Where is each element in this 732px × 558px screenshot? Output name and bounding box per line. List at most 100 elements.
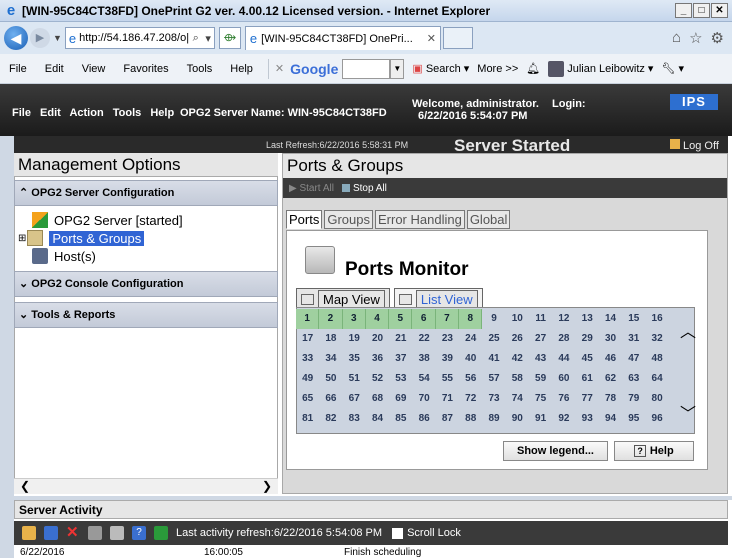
bell-icon[interactable]: 🔔︎ <box>526 62 540 75</box>
print-icon[interactable] <box>110 526 124 540</box>
port-cell[interactable]: 53 <box>389 369 412 389</box>
port-cell[interactable]: 75 <box>529 389 552 409</box>
port-cell[interactable]: 15 <box>622 309 645 329</box>
show-legend-button[interactable]: Show legend... <box>503 441 608 461</box>
port-cell[interactable]: 69 <box>389 389 412 409</box>
section-tools-reports[interactable]: ⌄ Tools & Reports <box>14 302 278 328</box>
more-button[interactable]: More >> <box>477 63 518 75</box>
port-cell[interactable]: 6 <box>412 309 436 329</box>
menu-file[interactable]: File <box>9 63 27 75</box>
port-cell[interactable]: 18 <box>319 329 342 349</box>
port-cell[interactable]: 47 <box>622 349 645 369</box>
port-cell[interactable]: 46 <box>599 349 622 369</box>
url-field[interactable]: e http://54.186.47.208/o| ⌕ ▾ <box>64 27 215 49</box>
scroll-lock-checkbox[interactable] <box>392 527 404 539</box>
port-cell[interactable]: 38 <box>412 349 435 369</box>
port-cell[interactable]: 73 <box>482 389 505 409</box>
tab-groups[interactable]: Groups <box>324 210 373 229</box>
forward-button[interactable]: ▶ <box>30 28 50 48</box>
port-cell[interactable]: 7 <box>435 309 460 329</box>
port-cell[interactable]: 88 <box>459 409 482 429</box>
settings-gear-icon[interactable]: ⚙ <box>711 29 724 47</box>
port-cell[interactable]: 51 <box>343 369 366 389</box>
port-cell[interactable]: 81 <box>296 409 319 429</box>
port-cell[interactable]: 21 <box>389 329 412 349</box>
map-scrollbar[interactable]: ︿ ﹀ <box>680 318 696 423</box>
scroll-left-icon[interactable]: ❮ <box>20 479 30 493</box>
port-cell[interactable]: 61 <box>576 369 599 389</box>
open-folder-icon[interactable] <box>22 526 36 540</box>
home-icon[interactable]: ⌂ <box>672 29 681 47</box>
port-cell[interactable]: 87 <box>436 409 459 429</box>
delete-icon[interactable]: ✕ <box>66 525 80 540</box>
scroll-up-icon[interactable]: ︿ <box>680 324 696 341</box>
port-cell[interactable]: 19 <box>343 329 366 349</box>
port-cell[interactable]: 63 <box>622 369 645 389</box>
google-dropdown-icon[interactable]: ▼ <box>390 58 405 79</box>
port-cell[interactable]: 83 <box>343 409 366 429</box>
port-cell[interactable]: 59 <box>529 369 552 389</box>
port-cell[interactable]: 22 <box>412 329 435 349</box>
google-search-input[interactable] <box>342 58 391 79</box>
port-cell[interactable]: 82 <box>319 409 342 429</box>
port-cell[interactable]: 9 <box>482 309 505 329</box>
port-cell[interactable]: 11 <box>529 309 552 329</box>
port-cell[interactable]: 52 <box>366 369 389 389</box>
port-cell[interactable]: 14 <box>599 309 622 329</box>
tree-item-hosts[interactable]: Host(s) <box>32 248 96 264</box>
compatibility-icon[interactable]: ⟴ <box>218 27 241 49</box>
port-cell[interactable]: 90 <box>506 409 529 429</box>
port-cell[interactable]: 32 <box>645 329 668 349</box>
port-cell[interactable]: 4 <box>365 309 390 329</box>
minimize-button[interactable]: _ <box>675 3 692 18</box>
section-server-config[interactable]: ⌃ OPG2 Server Configuration <box>14 180 278 206</box>
tab-global[interactable]: Global <box>466 210 511 229</box>
port-cell[interactable]: 96 <box>645 409 668 429</box>
port-cell[interactable]: 64 <box>645 369 668 389</box>
port-cell[interactable]: 40 <box>459 349 482 369</box>
port-cell[interactable]: 77 <box>576 389 599 409</box>
port-cell[interactable]: 93 <box>576 409 599 429</box>
port-cell[interactable]: 76 <box>552 389 575 409</box>
port-cell[interactable]: 26 <box>506 329 529 349</box>
port-cell[interactable]: 13 <box>576 309 599 329</box>
port-cell[interactable]: 56 <box>459 369 482 389</box>
port-cell[interactable]: 48 <box>645 349 668 369</box>
port-cell[interactable]: 1 <box>296 309 320 329</box>
port-cell[interactable]: 84 <box>366 409 389 429</box>
scroll-right-icon[interactable]: ❯ <box>262 479 272 493</box>
port-cell[interactable]: 31 <box>622 329 645 349</box>
clear-icon[interactable] <box>88 526 102 540</box>
section-console-config[interactable]: ⌄ OPG2 Console Configuration <box>14 271 278 297</box>
horizontal-scrollbar[interactable]: ❮ ❯ <box>14 478 278 494</box>
port-cell[interactable]: 45 <box>576 349 599 369</box>
menu-tools[interactable]: Tools <box>187 63 213 75</box>
port-cell[interactable]: 65 <box>296 389 319 409</box>
port-cell[interactable]: 74 <box>506 389 529 409</box>
close-tab-icon[interactable]: ✕ <box>427 32 436 45</box>
close-window-button[interactable]: ✕ <box>711 3 728 18</box>
port-cell[interactable]: 34 <box>319 349 342 369</box>
port-cell[interactable]: 89 <box>482 409 505 429</box>
port-cell[interactable]: 44 <box>552 349 575 369</box>
port-cell[interactable]: 36 <box>366 349 389 369</box>
port-cell[interactable]: 54 <box>412 369 435 389</box>
port-cell[interactable]: 23 <box>436 329 459 349</box>
search-icon[interactable]: ⌕ <box>190 32 202 45</box>
wrench-icon[interactable]: 🔧︎ ▾ <box>661 62 684 75</box>
port-cell[interactable]: 92 <box>552 409 575 429</box>
app-menu-file[interactable]: File <box>12 107 31 119</box>
port-cell[interactable]: 42 <box>506 349 529 369</box>
login-label[interactable]: Login: <box>552 98 586 110</box>
app-menu-edit[interactable]: Edit <box>40 107 61 119</box>
scroll-down-icon[interactable]: ﹀ <box>680 400 696 424</box>
port-cell[interactable]: 10 <box>506 309 529 329</box>
port-cell[interactable]: 16 <box>645 309 668 329</box>
back-button[interactable]: ◀ <box>4 26 28 50</box>
port-cell[interactable]: 41 <box>482 349 505 369</box>
port-cell[interactable]: 17 <box>296 329 319 349</box>
menu-help[interactable]: Help <box>230 63 253 75</box>
port-cell[interactable]: 27 <box>529 329 552 349</box>
port-cell[interactable]: 94 <box>599 409 622 429</box>
port-cell[interactable]: 72 <box>459 389 482 409</box>
